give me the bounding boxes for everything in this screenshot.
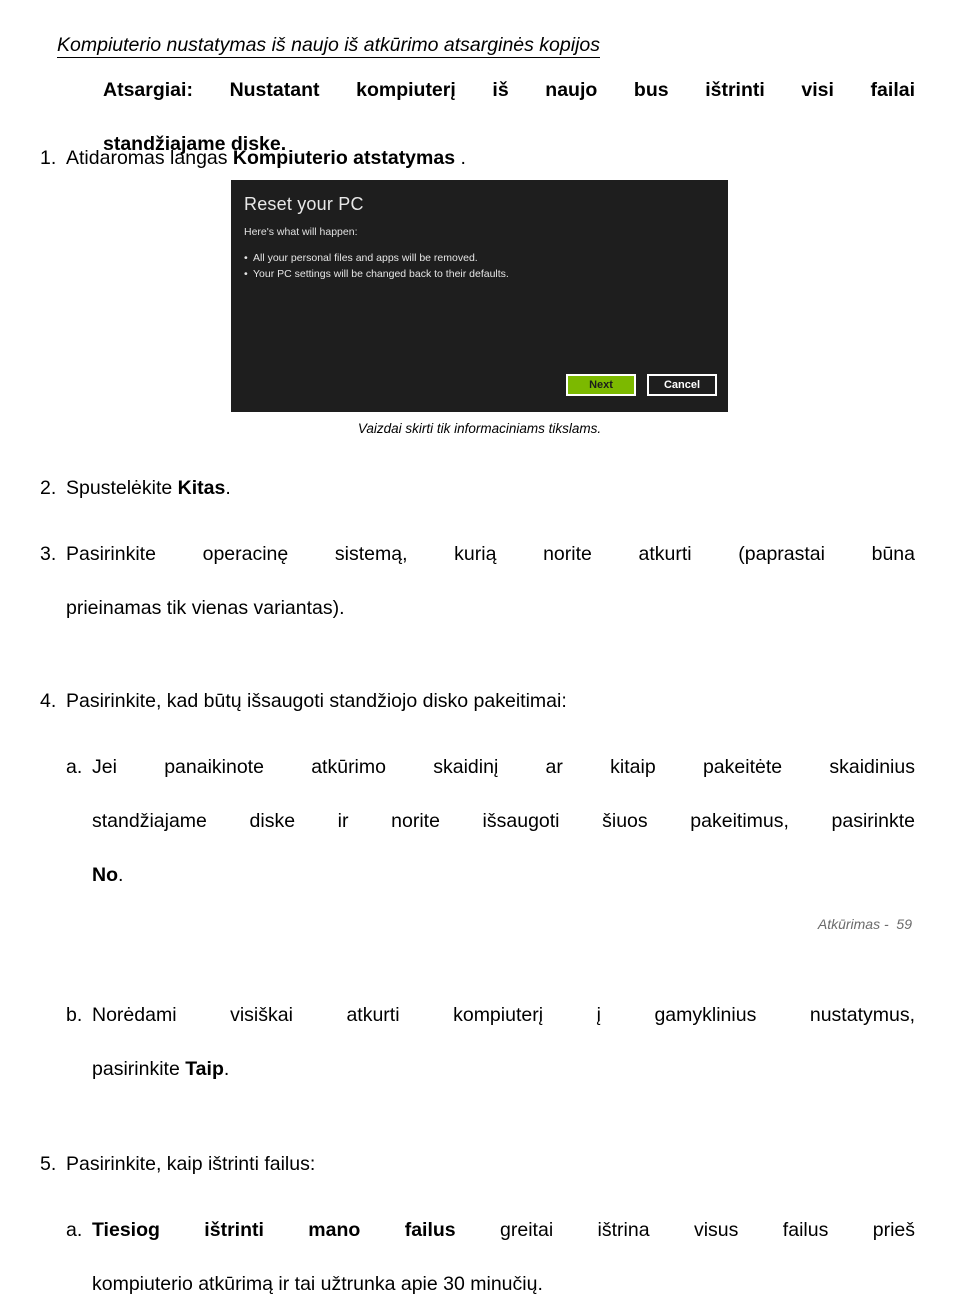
page-footer: Atkūrimas - 59 — [817, 916, 912, 932]
step-5a-bold-term: Tiesiog ištrinti mano failus — [92, 1219, 456, 1241]
warning-line-1: Atsargiai: Nustatant kompiuterį iš naujo… — [103, 79, 915, 101]
list-item: • All your personal files and apps will b… — [244, 250, 509, 266]
figure-caption: Vaizdai skirti tik informaciniams tiksla… — [357, 421, 602, 436]
step-4b-line-2: pasirinkite Taip. — [92, 1056, 915, 1083]
step-4a-line-2: standžiajame diske ir norite išsaugoti š… — [92, 810, 915, 832]
cancel-button[interactable]: Cancel — [647, 374, 717, 396]
list-item-step-4b: b. Norėdami visiškai atkurti kompiuterį … — [66, 1002, 915, 1083]
step-4b-bold-term: Taip — [185, 1058, 224, 1080]
list-item-text: Jei panaikinote atkūrimo skaidinį ar kit… — [92, 754, 915, 889]
step-5a-line-1: Tiesiog ištrinti mano failus greitai išt… — [92, 1217, 915, 1271]
step-4a-bold-term: No — [92, 864, 118, 886]
reset-pc-button-row: Next Cancel — [566, 374, 717, 396]
list-item-step-5: 5. Pasirinkite, kaip ištrinti failus: — [40, 1151, 915, 1178]
list-marker: 5. — [40, 1153, 57, 1175]
section-heading-text: Kompiuterio nustatymas iš naujo iš atkūr… — [57, 34, 601, 58]
list-item-text: Pasirinkite, kaip ištrinti failus: — [66, 1153, 316, 1175]
reset-pc-subtitle: Here's what will happen: — [244, 226, 358, 238]
list-item-text: Spustelėkite Kitas. — [66, 475, 915, 502]
reset-pc-bullet-list: • All your personal files and apps will b… — [244, 250, 509, 282]
step-4a-line-1: Jei panaikinote atkūrimo skaidinį ar kit… — [92, 756, 915, 778]
list-item-step-2: 2. Spustelėkite Kitas. — [40, 475, 915, 502]
list-item-step-3: 3. Pasirinkite operacinę sistemą, kurią … — [40, 541, 915, 622]
step-1-text-after: . — [455, 147, 466, 169]
step-1-text-before: Atidaromas langas — [66, 147, 233, 169]
reset-pc-screenshot: Reset your PC Here's what will happen: •… — [231, 180, 728, 412]
step-5a-line-2: kompiuterio atkūrimą ir tai užtrunka api… — [92, 1273, 543, 1295]
list-item-text: Pasirinkite operacinę sistemą, kurią nor… — [66, 541, 915, 622]
list-marker: 2. — [40, 477, 57, 499]
list-marker: b. — [66, 1004, 83, 1026]
bullet-dot-icon: • — [244, 252, 248, 264]
reset-pc-title: Reset your PC — [244, 194, 364, 214]
list-item-step-1: 1. Atidaromas langas Kompiuterio atstaty… — [40, 145, 915, 172]
list-marker: a. — [66, 756, 83, 778]
step-4b-line-2-after: . — [223, 1058, 230, 1080]
list-item: • Your PC settings will be changed back t… — [244, 266, 509, 282]
bullet-text: All your personal files and apps will be… — [253, 252, 478, 264]
list-item-text: Pasirinkite, kad būtų išsaugoti standžio… — [66, 690, 567, 712]
list-marker: 4. — [40, 690, 57, 712]
step-1-bold-term: Kompiuterio atstatymas — [232, 147, 456, 169]
step-3-line-1: Pasirinkite operacinę sistemą, kurią nor… — [66, 543, 915, 565]
step-4b-line-2-before: pasirinkite — [92, 1058, 186, 1080]
list-item-text: Atidaromas langas Kompiuterio atstatymas… — [66, 145, 915, 172]
next-button[interactable]: Next — [566, 374, 636, 396]
list-marker: 3. — [40, 543, 57, 565]
section-heading: Kompiuterio nustatymas iš naujo iš atkūr… — [57, 33, 897, 58]
step-2-text-before: Spustelėkite — [66, 477, 178, 499]
list-item-step-5a: a. Tiesiog ištrinti mano failus greitai … — [66, 1217, 915, 1298]
document-page: Kompiuterio nustatymas iš naujo iš atkūr… — [0, 0, 954, 1295]
list-item-step-4a: a. Jei panaikinote atkūrimo skaidinį ar … — [66, 754, 915, 889]
step-2-text-after: . — [225, 477, 231, 499]
bullet-dot-icon: • — [244, 268, 248, 280]
step-3-line-2: prieinamas tik vienas variantas). — [66, 597, 345, 619]
list-item-step-4: 4. Pasirinkite, kad būtų išsaugoti stand… — [40, 688, 915, 715]
list-marker: a. — [66, 1219, 83, 1241]
step-4a-line-3: No. — [92, 862, 915, 889]
step-4b-line-1: Norėdami visiškai atkurti kompiuterį į g… — [92, 1004, 915, 1026]
list-item-text: Tiesiog ištrinti mano failus greitai išt… — [92, 1217, 915, 1298]
bullet-text: Your PC settings will be changed back to… — [253, 268, 509, 280]
step-4a-line-3-after: . — [118, 864, 124, 886]
step-2-bold-term: Kitas — [177, 477, 226, 499]
list-item-text: Norėdami visiškai atkurti kompiuterį į g… — [92, 1002, 915, 1083]
step-5a-line-1-after: greitai ištrina visus failus prieš — [455, 1219, 915, 1241]
list-marker: 1. — [40, 147, 57, 169]
